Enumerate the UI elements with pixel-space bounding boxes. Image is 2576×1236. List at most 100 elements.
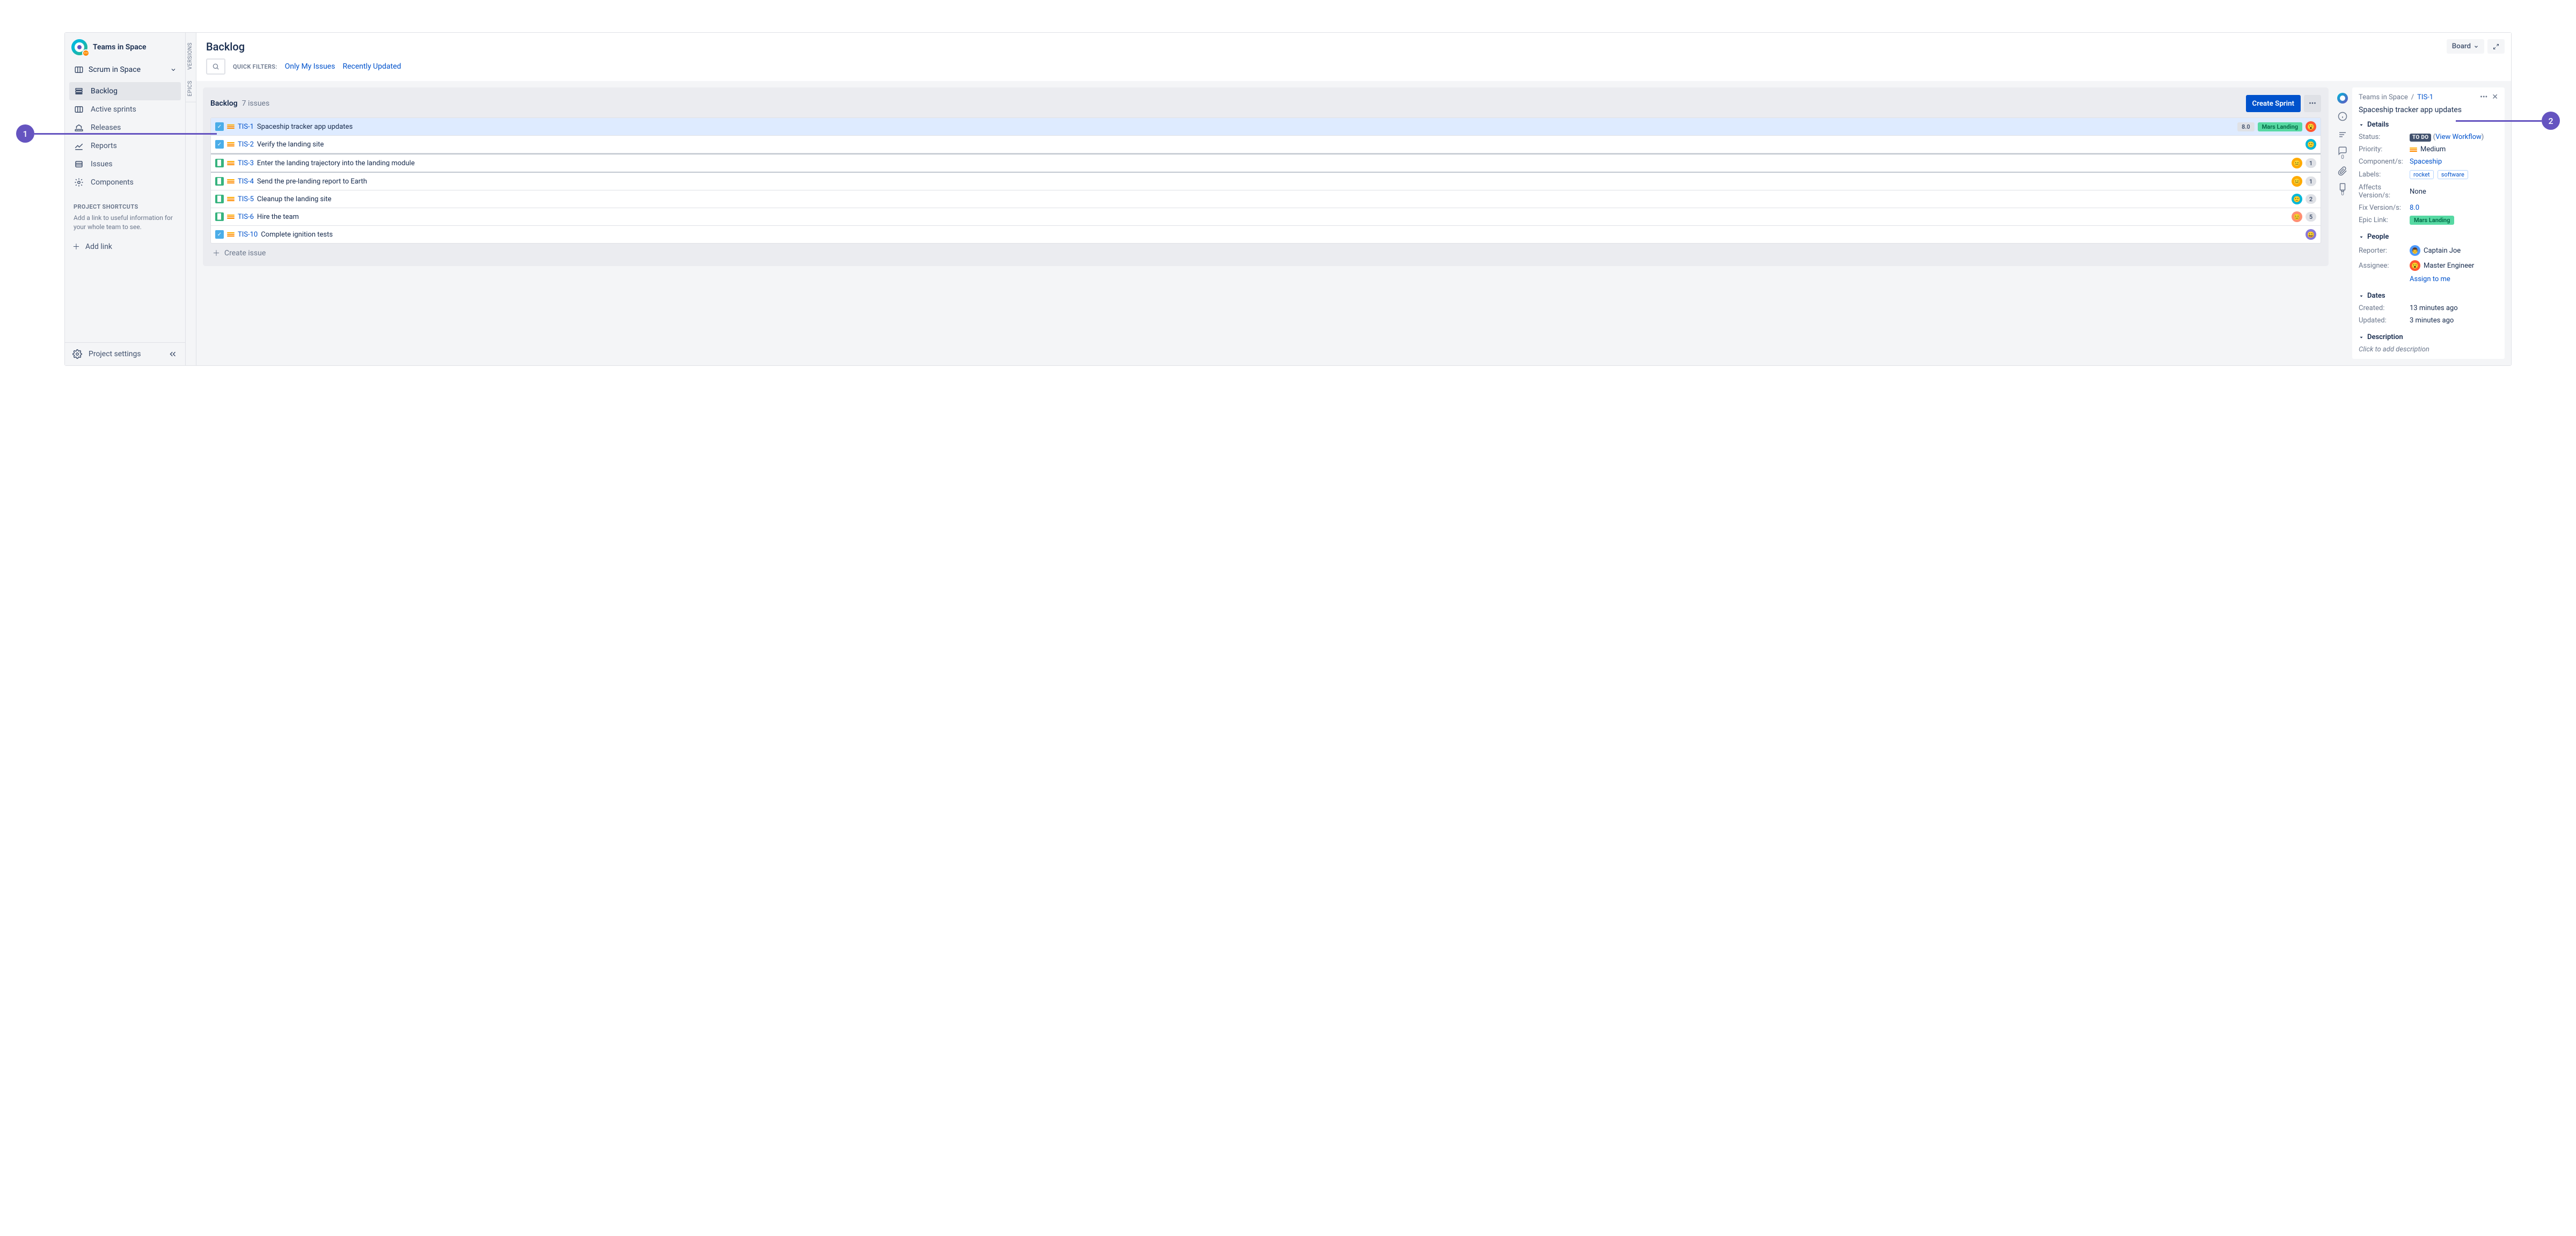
create-sprint-button[interactable]: Create Sprint <box>2246 95 2301 112</box>
detail-tab-attachments[interactable] <box>2334 163 2351 180</box>
detail-panel: 0 0 Teams in Space / TIS-1 <box>2333 87 2505 359</box>
sidebar-header: <> Teams in Space <box>65 33 185 60</box>
created-label: Created: <box>2359 304 2410 312</box>
add-link[interactable]: ＋ Add link <box>65 236 185 258</box>
assign-to-me[interactable]: Assign to me <box>2410 275 2450 283</box>
fix-value[interactable]: 8.0 <box>2410 204 2419 212</box>
detail-tab-comments[interactable]: 0 <box>2334 144 2351 161</box>
quick-filters-label: QUICK FILTERS: <box>233 63 277 70</box>
issue-key[interactable]: TIS-2 <box>238 141 254 149</box>
issue-list: ✓ TIS-1 Spaceship tracker app updates 8.… <box>210 117 2321 244</box>
section-people[interactable]: People <box>2359 233 2498 241</box>
issue-row[interactable]: ▉ TIS-3 Enter the landing trajectory int… <box>211 153 2321 173</box>
detail-more-icon[interactable]: ••• <box>2480 93 2487 101</box>
detail-tab-info[interactable] <box>2334 108 2351 125</box>
add-link-label: Add link <box>85 242 112 251</box>
sidebar-footer[interactable]: Project settings <box>65 342 185 365</box>
estimate-pill: 1 <box>2306 176 2316 186</box>
issue-row[interactable]: ✓ TIS-2 Verify the landing site 🙂 <box>211 136 2321 153</box>
updated-label: Updated: <box>2359 317 2410 325</box>
reporter-value[interactable]: 👨 Captain Joe <box>2410 245 2498 256</box>
view-workflow-link[interactable]: View Workflow <box>2435 133 2482 141</box>
version-badge: 8.0 <box>2237 122 2255 131</box>
detail-tabs: 0 0 <box>2333 87 2352 359</box>
close-icon[interactable]: ✕ <box>2492 93 2498 101</box>
sidebar-item-reports[interactable]: Reports <box>69 137 181 155</box>
text-icon <box>2338 130 2347 139</box>
components-value[interactable]: Spaceship <box>2410 158 2442 166</box>
breadcrumb-key[interactable]: TIS-1 <box>2417 93 2433 101</box>
assignee-avatar: 😊 <box>2292 211 2302 222</box>
board-view-button[interactable]: Board <box>2447 39 2484 54</box>
gear-icon <box>72 349 82 359</box>
more-icon: ••• <box>2309 100 2316 108</box>
rail-epics[interactable]: EPICS <box>186 75 196 102</box>
issue-summary: Complete ignition tests <box>261 231 2302 239</box>
avatar: 😮 <box>2410 260 2420 271</box>
affects-label: Affects Version/s: <box>2359 183 2410 200</box>
backlog-more-button[interactable]: ••• <box>2304 95 2321 112</box>
callout-1-line <box>34 133 217 135</box>
callout-2: 2 <box>2542 112 2560 130</box>
story-icon: ▉ <box>215 159 224 167</box>
sidebar-item-components[interactable]: Components <box>69 173 181 192</box>
create-issue[interactable]: ＋ Create issue <box>210 244 2321 259</box>
assignee-avatar: 🙂 <box>2292 194 2302 204</box>
issue-row[interactable]: ✓ TIS-1 Spaceship tracker app updates 8.… <box>211 118 2321 136</box>
sidebar-item-backlog[interactable]: Backlog <box>69 82 181 100</box>
story-icon: ▉ <box>215 177 224 186</box>
nav-label: Releases <box>91 123 121 132</box>
detail-tab-avatar[interactable] <box>2334 90 2351 107</box>
issue-title[interactable]: Spaceship tracker app updates <box>2359 106 2498 114</box>
issue-key[interactable]: TIS-4 <box>238 178 254 186</box>
issue-row[interactable]: ▉ TIS-5 Cleanup the landing site 🙂2 <box>211 190 2321 208</box>
page-title: Backlog <box>206 40 2501 53</box>
issue-row[interactable]: ▉ TIS-6 Hire the team 😊5 <box>211 208 2321 226</box>
status-value[interactable]: TO DO (View Workflow) <box>2410 133 2498 141</box>
sidebar-item-issues[interactable]: Issues <box>69 155 181 173</box>
issue-row[interactable]: ✓ TIS-10 Complete ignition tests 😀 <box>211 226 2321 243</box>
search-button[interactable] <box>206 58 225 75</box>
issue-row[interactable]: ▉ TIS-4 Send the pre-landing report to E… <box>211 173 2321 190</box>
section-details[interactable]: Details <box>2359 121 2498 129</box>
detail-tab-description[interactable] <box>2334 126 2351 143</box>
story-icon: ▉ <box>215 195 224 203</box>
issue-key[interactable]: TIS-1 <box>238 123 254 131</box>
description-placeholder[interactable]: Click to add description <box>2359 345 2498 354</box>
rail-versions[interactable]: VERSIONS <box>186 37 196 75</box>
info-icon <box>2338 112 2347 121</box>
fullscreen-button[interactable] <box>2487 39 2505 54</box>
sidebar-item-active-sprints[interactable]: Active sprints <box>69 100 181 119</box>
section-dates[interactable]: Dates <box>2359 292 2498 300</box>
label-tag[interactable]: rocket <box>2410 170 2434 179</box>
issue-key[interactable]: TIS-5 <box>238 195 254 203</box>
detail-content: Teams in Space / TIS-1 ••• ✕ Spaceship t… <box>2352 87 2505 359</box>
priority-value[interactable]: Medium <box>2410 145 2498 153</box>
chevron-down-icon <box>2473 44 2479 49</box>
affects-value[interactable]: None <box>2410 188 2498 196</box>
label-tag[interactable]: software <box>2438 170 2468 179</box>
plus-icon: ＋ <box>72 241 80 252</box>
sidebar: <> Teams in Space Scrum in Space Backlog… <box>65 33 186 365</box>
story-icon: ▉ <box>215 212 224 221</box>
epic-link-label: Epic Link: <box>2359 216 2410 224</box>
collapse-sidebar-icon[interactable] <box>168 349 178 359</box>
priority-medium-icon <box>227 213 235 220</box>
issue-key[interactable]: TIS-6 <box>238 213 254 221</box>
detail-tab-pages[interactable]: 0 <box>2334 181 2351 198</box>
breadcrumb-project[interactable]: Teams in Space <box>2359 93 2408 101</box>
assignee-value[interactable]: 😮 Master Engineer <box>2410 260 2498 271</box>
issue-key[interactable]: TIS-3 <box>238 159 254 167</box>
component-icon <box>74 178 84 187</box>
issue-key[interactable]: TIS-10 <box>238 231 258 239</box>
priority-medium-icon <box>227 178 235 185</box>
filter-only-my-issues[interactable]: Only My Issues <box>285 62 335 71</box>
filter-recently-updated[interactable]: Recently Updated <box>342 62 401 71</box>
issue-summary: Send the pre-landing report to Earth <box>257 178 2288 186</box>
breadcrumb-sep: / <box>2411 93 2414 101</box>
epic-link-value[interactable]: Mars Landing <box>2410 216 2454 225</box>
section-description[interactable]: Description <box>2359 333 2498 341</box>
board-dropdown[interactable]: Scrum in Space <box>65 60 185 80</box>
backlog-count: 7 issues <box>242 99 270 108</box>
labels-value[interactable]: rocket software <box>2410 170 2498 179</box>
